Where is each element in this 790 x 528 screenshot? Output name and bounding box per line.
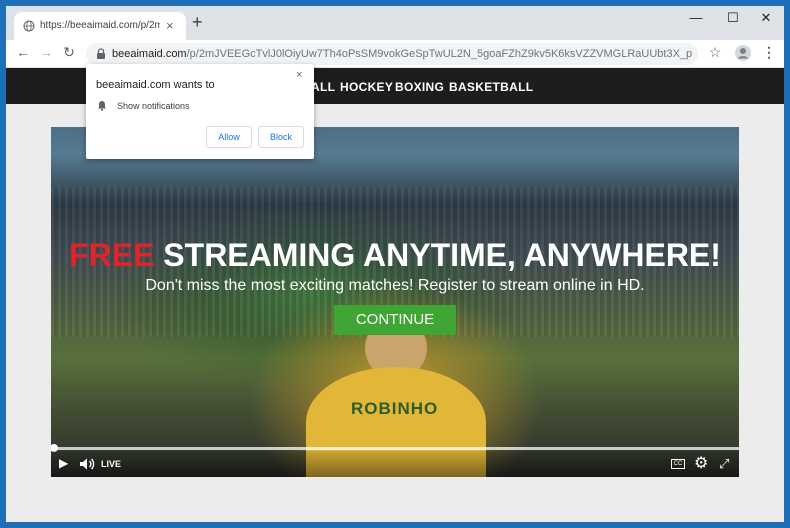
forward-icon[interactable]: → <box>37 44 55 60</box>
allow-button[interactable]: Allow <box>206 126 252 148</box>
hero-headline: FREE STREAMING ANYTIME, ANYWHERE! <box>51 237 739 274</box>
live-label: LIVE <box>101 459 122 469</box>
back-icon[interactable]: ← <box>14 44 32 60</box>
popup-title: beeaimaid.com wants to <box>96 79 215 91</box>
maximize-icon[interactable]: ☐ <box>723 10 743 26</box>
window-close-icon[interactable]: ✕ <box>756 10 776 26</box>
url-path: /p/2mJVEEGcTvlJ0lOiyUw7Th4oPsSM9vokGeSpT… <box>186 48 692 60</box>
popup-close-icon[interactable]: × <box>296 69 302 81</box>
address-bar[interactable]: beeaimaid.com/p/2mJVEEGcTvlJ0lOiyUw7Th4o… <box>86 43 698 65</box>
headline-free: FREE <box>69 237 155 273</box>
hero-subline: Don't miss the most exciting matches! Re… <box>145 277 645 294</box>
volume-icon[interactable] <box>79 457 95 471</box>
notification-permission-popup: beeaimaid.com wants to × Show notificati… <box>86 64 314 159</box>
globe-icon <box>23 20 35 32</box>
browser-window: https://beeaimaid.com/p/2mJVEEGcTvlJ0lOi… <box>6 6 784 522</box>
reload-icon[interactable]: ↻ <box>60 44 78 61</box>
jersey-name: ROBINHO <box>351 399 439 418</box>
headline-rest: STREAMING ANYTIME, ANYWHERE! <box>163 237 721 273</box>
lock-icon[interactable] <box>94 47 108 61</box>
nav-item-basketball[interactable]: BASKETBALL <box>449 80 533 94</box>
nav-item-hockey[interactable]: HOCKEY <box>340 80 393 94</box>
nav-item-all[interactable]: ALL <box>311 80 335 94</box>
continue-button[interactable]: CONTINUE <box>334 305 456 335</box>
browser-menu-icon[interactable]: ⋮ <box>760 44 778 62</box>
bell-icon <box>98 101 106 111</box>
url-host: beeaimaid.com <box>112 48 187 60</box>
video-progress-bar[interactable] <box>51 444 739 452</box>
bookmark-star-icon[interactable]: ☆ <box>706 44 724 62</box>
fullscreen-icon[interactable]: ⤢ <box>719 456 729 472</box>
popup-message: Show notifications <box>117 101 190 111</box>
nav-item-boxing[interactable]: BOXING <box>395 80 444 94</box>
browser-tab[interactable]: https://beeaimaid.com/p/2mJVEEGcTvlJ0lOi… <box>14 12 186 40</box>
play-icon[interactable]: ▶ <box>59 456 68 470</box>
video-player[interactable]: ROBINHO FREE STREAMING ANYTIME, ANYWHERE… <box>51 127 739 477</box>
new-tab-icon[interactable]: + <box>192 12 203 33</box>
url-text[interactable]: beeaimaid.com/p/2mJVEEGcTvlJ0lOiyUw7Th4o… <box>112 48 692 60</box>
tab-close-icon[interactable]: × <box>166 18 174 33</box>
player-controls: ▶ LIVE CC ⚙ ⤢ <box>51 451 739 477</box>
profile-avatar-icon[interactable] <box>734 44 752 62</box>
settings-gear-icon[interactable]: ⚙ <box>694 453 708 473</box>
captions-icon[interactable]: CC <box>671 459 685 469</box>
tab-strip: https://beeaimaid.com/p/2mJVEEGcTvlJ0lOi… <box>6 6 784 40</box>
tab-title: https://beeaimaid.com/p/2mJVEEGcTvlJ0lOi… <box>40 20 160 31</box>
minimize-icon[interactable]: — <box>686 10 706 25</box>
block-button[interactable]: Block <box>258 126 304 148</box>
